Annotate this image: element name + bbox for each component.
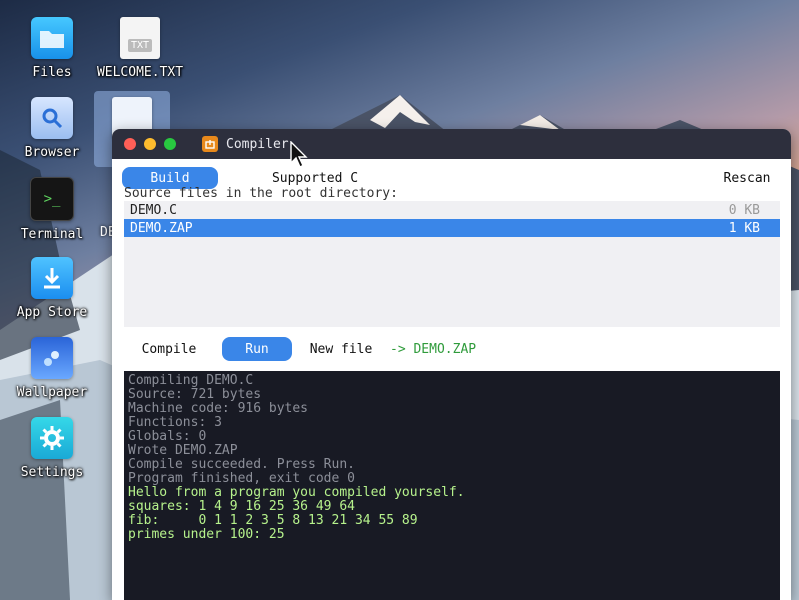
terminal-icon: >_ [30, 177, 74, 221]
compiler-app-icon [202, 136, 218, 152]
desktop-icon-app-store[interactable]: App Store [12, 257, 92, 320]
folder-icon [31, 17, 73, 59]
desktop-icon-label: Settings [20, 465, 84, 480]
desktop-icon-label: WELCOME.TXT [96, 65, 184, 80]
console-line: primes under 100: 25 [128, 527, 285, 542]
source-file-list: DEMO.C 0 KB DEMO.ZAP 1 KB [124, 201, 780, 327]
window-title: Compiler [226, 136, 289, 152]
magnifier-icon [31, 97, 73, 139]
desktop-icon-browser[interactable]: Browser [12, 97, 92, 160]
download-icon [31, 257, 73, 299]
desktop-icon-files[interactable]: Files [12, 17, 92, 80]
maximize-window-button[interactable] [164, 138, 176, 150]
console-line: Functions: 3 [128, 415, 222, 430]
close-window-button[interactable] [124, 138, 136, 150]
desktop-icon-label: Files [32, 65, 72, 80]
desktop-icon-wallpaper[interactable]: Wallpaper [12, 337, 92, 400]
console-line: squares: 1 4 9 16 25 36 49 64 [128, 499, 355, 514]
console-line: Program finished, exit code 0 [128, 471, 355, 486]
console-line: fib: 0 1 1 2 3 5 8 13 21 34 55 89 [128, 513, 418, 528]
wallpaper-icon [31, 337, 73, 379]
text-file-icon: TXT [120, 17, 160, 59]
console-line: Machine code: 916 bytes [128, 401, 309, 416]
output-target-label: -> DEMO.ZAP [390, 342, 477, 357]
window-titlebar[interactable]: Compiler [112, 129, 791, 159]
file-row-selected[interactable]: DEMO.ZAP 1 KB [124, 219, 780, 237]
file-size: 1 KB [728, 220, 760, 236]
desktop-icon-label: Browser [24, 145, 80, 160]
run-button[interactable]: Run [222, 337, 292, 361]
file-type-badge: TXT [127, 38, 153, 52]
compile-button[interactable]: Compile [124, 337, 214, 361]
file-name: DEMO.ZAP [130, 220, 193, 236]
file-row[interactable]: DEMO.C 0 KB [124, 201, 780, 219]
terminal-prompt-glyph: >_ [43, 191, 61, 207]
console-line: Hello from a program you compiled yourse… [128, 485, 465, 500]
minimize-window-button[interactable] [144, 138, 156, 150]
console-line: Wrote DEMO.ZAP [128, 443, 238, 458]
desktop-icon-label: App Store [16, 305, 88, 320]
compiler-window: Compiler Build Supported C Rescan Source… [112, 129, 791, 600]
action-bar: Compile Run New file -> DEMO.ZAP [112, 333, 791, 365]
desktop-icon-label: Terminal [20, 227, 84, 242]
desktop-icon-welcome-txt[interactable]: TXT WELCOME.TXT [92, 17, 188, 80]
desktop-icon-terminal[interactable]: >_ Terminal [12, 177, 92, 242]
console-line: Compile succeeded. Press Run. [128, 457, 355, 472]
console-line: Globals: 0 [128, 429, 207, 444]
new-file-button[interactable]: New file [302, 337, 380, 361]
desktop-icon-label: Wallpaper [16, 385, 88, 400]
mouse-cursor-icon [290, 141, 308, 168]
file-size: 0 KB [728, 202, 760, 218]
console-line: Source: 721 bytes [128, 387, 262, 402]
gear-icon [31, 417, 73, 459]
console-output: Compiling DEMO.C Source: 721 bytes Machi… [124, 371, 780, 600]
rescan-button[interactable]: Rescan [712, 167, 782, 189]
desktop-icon-settings[interactable]: Settings [12, 417, 92, 480]
source-files-hint: Source files in the root directory: [124, 186, 398, 201]
console-line: Compiling DEMO.C [128, 373, 254, 388]
file-name: DEMO.C [130, 202, 177, 218]
